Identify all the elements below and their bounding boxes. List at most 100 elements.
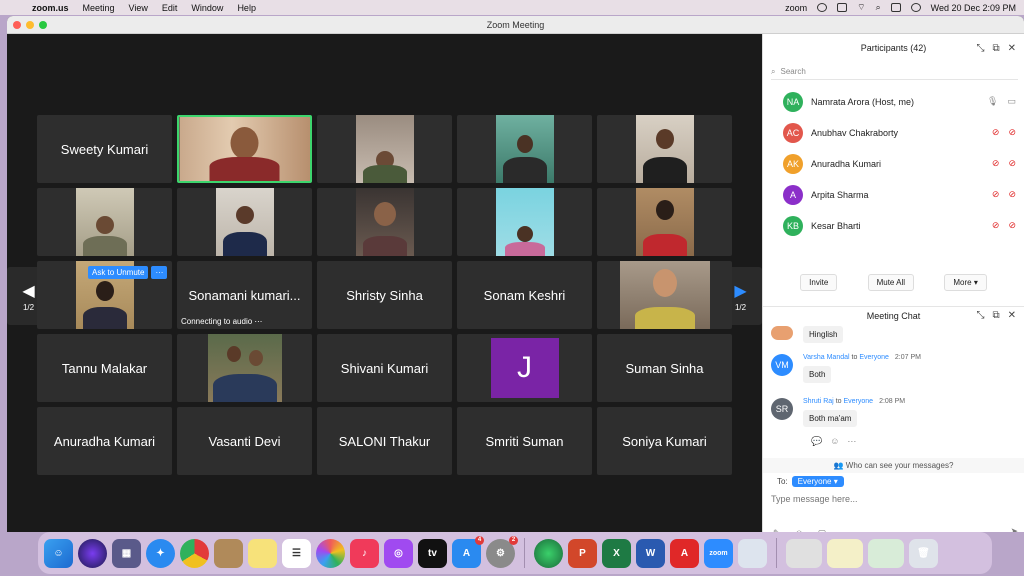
mic-muted-icon[interactable]: ⊘ xyxy=(992,127,1000,138)
video-tile-active-speaker[interactable] xyxy=(177,115,312,183)
video-tile[interactable] xyxy=(317,115,452,183)
reply-icon[interactable]: 💬 xyxy=(811,436,822,447)
status-circle-icon[interactable] xyxy=(817,3,828,12)
mute-all-button[interactable]: Mute All xyxy=(867,274,915,291)
ask-to-unmute-button[interactable]: Ask to Unmute xyxy=(88,266,149,279)
video-tile[interactable]: Anuradha Kumari xyxy=(37,407,172,475)
video-tile[interactable] xyxy=(177,188,312,256)
recent-window-icon[interactable] xyxy=(868,538,904,568)
contacts-icon[interactable] xyxy=(214,538,243,568)
control-center-icon[interactable] xyxy=(890,3,901,12)
trash-icon[interactable]: 🗑 xyxy=(909,538,938,568)
participant-search[interactable]: ⌕ Search xyxy=(771,64,1018,80)
preview-icon[interactable] xyxy=(738,538,767,568)
fullscreen-window-icon[interactable] xyxy=(39,21,47,29)
video-off-icon[interactable]: ⊘ xyxy=(1008,220,1016,231)
excel-icon[interactable]: X xyxy=(602,538,631,568)
video-tile[interactable]: Sweety Kumari xyxy=(37,115,172,183)
siri-icon[interactable] xyxy=(78,538,107,568)
music-icon[interactable]: ♪ xyxy=(350,538,379,568)
video-tile[interactable]: J xyxy=(457,334,592,402)
app-store-icon[interactable]: A4 xyxy=(452,535,484,568)
video-tile[interactable]: Tannu Malakar xyxy=(37,334,172,402)
video-tile[interactable] xyxy=(37,188,172,256)
video-tile[interactable]: Vasanti Devi xyxy=(177,407,312,475)
menu-meeting[interactable]: Meeting xyxy=(83,3,115,13)
close-icon[interactable]: ✕ xyxy=(1008,310,1016,321)
video-tile[interactable] xyxy=(457,188,592,256)
word-icon[interactable]: W xyxy=(636,538,665,568)
video-tile[interactable] xyxy=(457,115,592,183)
menu-window[interactable]: Window xyxy=(191,3,223,13)
powerpoint-icon[interactable]: P xyxy=(568,538,597,568)
pop-out-icon[interactable]: ⧉ xyxy=(992,43,999,54)
invite-button[interactable]: Invite xyxy=(800,274,838,291)
mic-muted-icon[interactable]: ⊘ xyxy=(992,220,1000,231)
zoom-status-label[interactable]: zoom xyxy=(785,3,807,13)
participant-row[interactable]: KB Kesar Bharti ⊘ ⊘ xyxy=(763,210,1024,241)
reminders-icon[interactable]: ☰ xyxy=(282,538,311,568)
close-window-icon[interactable] xyxy=(13,21,21,29)
video-tile[interactable] xyxy=(597,188,732,256)
apple-tv-icon[interactable]: tv xyxy=(418,538,447,568)
camera-app-icon[interactable] xyxy=(534,538,563,568)
recent-window-icon[interactable] xyxy=(786,538,822,568)
battery-icon[interactable] xyxy=(837,3,848,12)
video-tile[interactable]: Sonam Keshri xyxy=(457,261,592,329)
video-tile[interactable]: Soniya Kumari xyxy=(597,407,732,475)
participant-row[interactable]: AC Anubhav Chakraborty ⊘ ⊘ xyxy=(763,117,1024,148)
video-tile[interactable]: Shivani Kumari xyxy=(317,334,452,402)
menubar-app-name[interactable]: zoom.us xyxy=(32,3,69,13)
photos-icon[interactable] xyxy=(316,538,345,568)
mic-muted-icon[interactable]: ⊘ xyxy=(992,158,1000,169)
send-icon[interactable]: ➤ xyxy=(1010,526,1018,532)
search-spotlight-icon[interactable]: ⌕ xyxy=(876,2,881,13)
participant-row[interactable]: AK Anuradha Kumari ⊘ ⊘ xyxy=(763,148,1024,179)
search-input[interactable]: Search xyxy=(780,67,805,76)
video-off-icon[interactable]: ⊘ xyxy=(1008,189,1016,200)
video-tile[interactable] xyxy=(317,188,452,256)
chat-sender[interactable]: Shruti Raj xyxy=(803,398,834,405)
chat-input[interactable] xyxy=(771,494,1011,504)
more-options-icon[interactable]: ⋯ xyxy=(847,436,856,447)
emoji-react-icon[interactable]: ☺ xyxy=(830,436,839,447)
system-settings-icon[interactable]: ⚙ 2 xyxy=(486,535,518,568)
video-tile[interactable] xyxy=(177,334,312,402)
participant-row[interactable]: NA Namrata Arora (Host, me) 🎙 ▭ xyxy=(763,86,1024,117)
video-tile[interactable] xyxy=(597,115,732,183)
notes-icon[interactable] xyxy=(248,538,277,568)
wifi-icon[interactable]: ⌔ xyxy=(857,2,865,13)
siri-icon[interactable] xyxy=(910,3,921,12)
collapse-icon[interactable]: ⤡ xyxy=(976,310,984,321)
chat-target[interactable]: Everyone xyxy=(843,398,873,405)
video-tile[interactable]: SALONI Thakur xyxy=(317,407,452,475)
acrobat-icon[interactable]: A xyxy=(670,538,699,568)
recipient-dropdown[interactable]: Everyone ▾ xyxy=(791,476,844,487)
video-off-icon[interactable]: ⊘ xyxy=(1008,127,1016,138)
video-off-icon[interactable]: ⊘ xyxy=(1008,158,1016,169)
chat-target[interactable]: Everyone xyxy=(859,354,889,361)
tile-more-button[interactable]: ··· xyxy=(151,266,168,279)
safari-icon[interactable]: ✦ xyxy=(146,538,175,568)
more-button[interactable]: More ▾ xyxy=(944,274,987,291)
mic-muted-icon[interactable]: ⊘ xyxy=(992,189,1000,200)
menubar-clock[interactable]: Wed 20 Dec 2:09 PM xyxy=(931,3,1016,13)
participant-row[interactable]: A Arpita Sharma ⊘ ⊘ xyxy=(763,179,1024,210)
collapse-icon[interactable]: ⤡ xyxy=(976,43,984,54)
video-tile[interactable]: Suman Sinha xyxy=(597,334,732,402)
video-camera-icon[interactable]: ▭ xyxy=(1007,96,1016,107)
menu-view[interactable]: View xyxy=(129,3,148,13)
video-tile[interactable]: Sonamani kumari... Connecting to audio ⋯ xyxy=(177,261,312,329)
pop-out-icon[interactable]: ⧉ xyxy=(992,310,999,321)
recent-window-icon[interactable] xyxy=(827,538,863,568)
menu-help[interactable]: Help xyxy=(237,3,256,13)
finder-icon[interactable]: ☺ xyxy=(44,538,73,568)
launchpad-icon[interactable]: ▦ xyxy=(112,538,141,568)
video-tile[interactable] xyxy=(597,261,732,329)
close-icon[interactable]: ✕ xyxy=(1008,43,1016,54)
menu-edit[interactable]: Edit xyxy=(162,3,178,13)
podcasts-icon[interactable]: ◎ xyxy=(384,538,413,568)
mic-icon[interactable]: 🎙 xyxy=(987,96,998,107)
chat-sender[interactable]: Varsha Mandal xyxy=(803,354,850,361)
chrome-icon[interactable] xyxy=(180,538,209,568)
